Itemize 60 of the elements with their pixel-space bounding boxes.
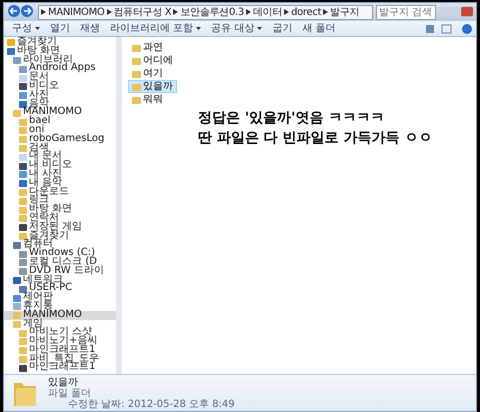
breadcrumb[interactable]: dorect: [291, 6, 322, 18]
note-text: 정답은 '있을까'엿음 ㅋㅋㅋㅋ: [198, 109, 386, 128]
chevron-icon: [106, 9, 112, 15]
sidebar-item[interactable]: 휴지통: [4, 302, 116, 311]
sidebar-item[interactable]: 바탕 화면: [4, 205, 116, 214]
sidebar-item[interactable]: 제어판: [4, 293, 116, 302]
folder-item[interactable]: 과연: [128, 41, 167, 54]
chevron-icon: [284, 9, 290, 15]
sidebar-item[interactable]: 즐겨찾기: [4, 232, 116, 240]
window-controls-icon[interactable]: [439, 6, 473, 18]
sidebar-item[interactable]: 연락처: [4, 214, 116, 223]
folder-item[interactable]: 여기: [128, 67, 167, 80]
sidebar-item[interactable]: 마인크래프트1: [4, 346, 116, 355]
breadcrumb[interactable]: MANIMOMO: [48, 6, 104, 18]
folder-item[interactable]: 있을까: [128, 80, 177, 93]
item-type: 파일 폴더: [48, 388, 92, 398]
item-name: 있을까: [48, 376, 79, 388]
caret-icon: [35, 26, 40, 30]
modified-date: 수정한 날짜: 2012-05-28 오후 8:49: [68, 398, 235, 410]
sidebar-item[interactable]: 내 비디오: [4, 161, 116, 170]
toolbar-button[interactable]: 구성: [8, 22, 44, 35]
caret-icon: [196, 26, 202, 30]
sidebar-item[interactable]: 로컬 디스크 (D: [4, 258, 116, 267]
sidebar-item[interactable]: 바탕 화면: [4, 46, 116, 56]
address-bar[interactable]: MANIMOMO 컴퓨터구성 X 보안솔루션0.3 데이터 dorect 발구지: [38, 4, 373, 20]
folder-item[interactable]: 어디에: [128, 54, 177, 67]
toolbar-button[interactable]: 새 폴더: [298, 22, 340, 35]
toolbar-button[interactable]: 열기: [46, 22, 74, 35]
sidebar-item[interactable]: MANIMOMO: [4, 310, 116, 320]
toolbar-button[interactable]: 라이브러리에 포함: [106, 22, 206, 35]
breadcrumb[interactable]: 발구지: [330, 5, 360, 19]
toolbar-button[interactable]: 굽기: [268, 22, 296, 35]
sidebar-item[interactable]: 내 음악: [4, 178, 116, 188]
sidebar-item[interactable]: 사진: [4, 90, 116, 100]
caret-icon: [257, 26, 262, 30]
sidebar-item[interactable]: 비디오: [4, 82, 116, 91]
breadcrumb[interactable]: 컴퓨터구성 X: [114, 5, 172, 19]
search-field[interactable]: 발구지 검색: [376, 4, 436, 20]
toolbar-button[interactable]: 공유 대상: [207, 22, 266, 35]
sidebar-item[interactable]: roboGamesLog: [4, 134, 116, 144]
chevron-icon: [41, 9, 46, 15]
chevron-icon: [323, 9, 328, 15]
sidebar-item[interactable]: Windows (C:): [4, 249, 116, 258]
sidebar-item[interactable]: bael: [4, 117, 116, 126]
toolbar-button[interactable]: 재생: [76, 22, 104, 35]
sidebar-item[interactable]: 문서: [4, 73, 116, 82]
sidebar-item[interactable]: 마비노기+음씨: [4, 337, 116, 346]
sidebar-item[interactable]: 내 사진: [4, 170, 116, 179]
sidebar-item[interactable]: 파비_특집_도우: [4, 354, 116, 364]
sidebar-item[interactable]: DVD RW 드라이: [4, 266, 116, 276]
sidebar-item[interactable]: 마인크래프트1: [4, 363, 116, 372]
sidebar-item[interactable]: 다운로드: [4, 188, 116, 196]
note-text: 딴 파일은 다 빈파일로 가득가득 ㅇㅇ: [198, 129, 434, 148]
breadcrumb[interactable]: 데이터: [252, 5, 282, 19]
folder-item[interactable]: 뭐뭐: [128, 93, 167, 106]
sidebar-item[interactable]: 즐겨찾기: [4, 38, 116, 47]
sidebar-item[interactable]: 저장된 게임: [4, 222, 116, 232]
breadcrumb[interactable]: 보안솔루션0.3: [180, 5, 244, 19]
chevron-icon: [246, 9, 251, 15]
chevron-icon: [173, 9, 178, 15]
